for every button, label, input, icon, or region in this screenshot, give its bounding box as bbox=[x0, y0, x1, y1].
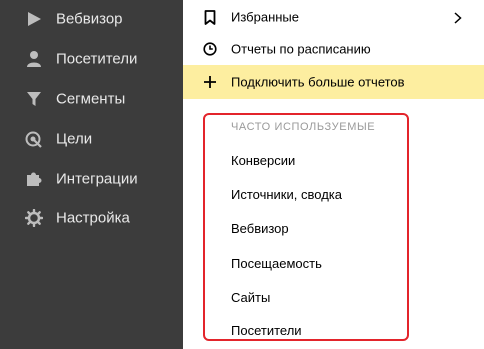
play-icon bbox=[24, 9, 44, 29]
sidebar-item-integrations[interactable]: Интеграции bbox=[0, 161, 183, 197]
frequent-item-webvisor[interactable]: Вебвизор bbox=[231, 221, 289, 236]
frequent-item-sites[interactable]: Сайты bbox=[231, 290, 270, 305]
puzzle-icon bbox=[24, 169, 44, 189]
sidebar-item-settings[interactable]: Настройка bbox=[0, 200, 183, 236]
frequent-item-sources-summary[interactable]: Источники, сводка bbox=[231, 187, 342, 202]
plus-icon bbox=[202, 74, 218, 90]
user-icon bbox=[24, 49, 44, 69]
menu-item-connect-more-reports[interactable]: Подключить больше отчетов bbox=[183, 65, 484, 99]
sidebar-item-label: Вебвизор bbox=[56, 10, 123, 28]
sidebar-item-label: Настройка bbox=[56, 209, 130, 227]
clock-icon bbox=[202, 41, 218, 57]
menu-item-label: Избранные bbox=[231, 9, 299, 25]
chevron-right-icon bbox=[453, 11, 463, 24]
gear-icon bbox=[24, 208, 44, 228]
sidebar-item-segments[interactable]: Сегменты bbox=[0, 81, 183, 117]
frequent-item-attendance[interactable]: Посещаемость bbox=[231, 256, 322, 271]
frequent-item-visitors[interactable]: Посетители bbox=[231, 323, 302, 338]
menu-item-scheduled-reports[interactable]: Отчеты по расписанию bbox=[183, 32, 484, 66]
frequent-section-header: ЧАСТО ИСПОЛЬЗУЕМЫЕ bbox=[231, 121, 376, 133]
menu-item-label: Подключить больше отчетов bbox=[231, 74, 405, 90]
sidebar-item-label: Цели bbox=[56, 130, 93, 148]
sidebar-item-label: Интеграции bbox=[56, 170, 138, 188]
filter-icon bbox=[24, 89, 44, 109]
bookmark-icon bbox=[202, 9, 218, 25]
sidebar-item-label: Сегменты bbox=[56, 90, 126, 108]
menu-item-label: Отчеты по расписанию bbox=[231, 41, 371, 57]
menu-item-favorites[interactable]: Избранные bbox=[183, 0, 484, 34]
sidebar: Вебвизор Посетители Сегменты Цели Интегр… bbox=[0, 0, 183, 349]
target-icon bbox=[24, 129, 44, 149]
sidebar-item-label: Посетители bbox=[56, 50, 138, 68]
sidebar-item-visitors[interactable]: Посетители bbox=[0, 41, 183, 77]
sidebar-item-goals[interactable]: Цели bbox=[0, 121, 183, 157]
reports-menu: Избранные Отчеты по расписанию Подключит… bbox=[183, 0, 484, 349]
frequent-item-conversions[interactable]: Конверсии bbox=[231, 153, 295, 168]
sidebar-item-webvisor[interactable]: Вебвизор bbox=[0, 1, 183, 37]
